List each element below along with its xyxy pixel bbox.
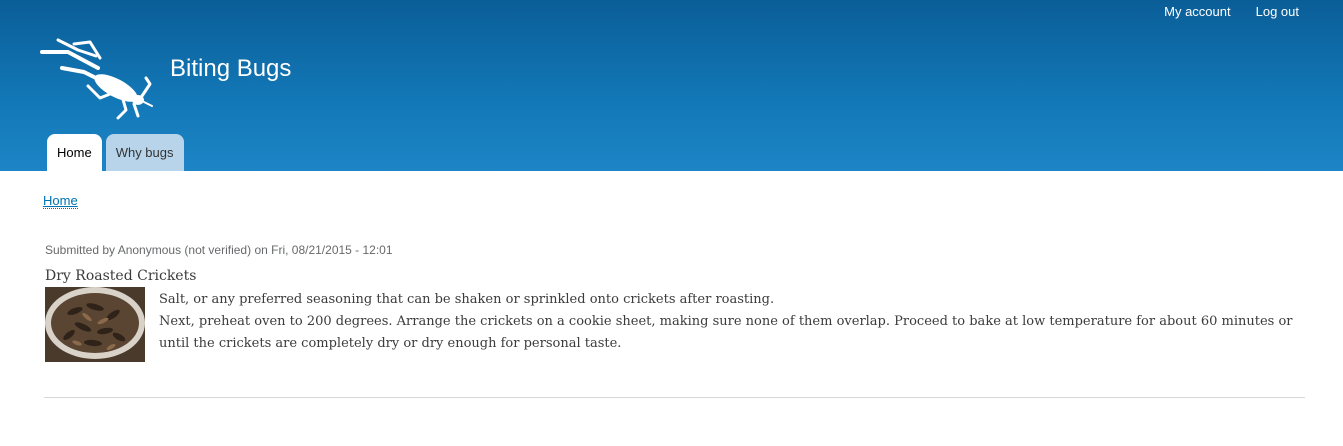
- body-paragraph: Salt, or any preferred seasoning that ca…: [159, 292, 775, 307]
- breadcrumb-home[interactable]: Home: [43, 193, 78, 209]
- divider: [44, 397, 1305, 398]
- tab-why-bugs[interactable]: Why bugs: [105, 134, 184, 171]
- bug-logo-icon[interactable]: [38, 38, 154, 120]
- tab-home[interactable]: Home: [47, 134, 102, 171]
- my-account-link[interactable]: My account: [1164, 4, 1230, 19]
- body-paragraph: Next, preheat oven to 200 degrees. Arran…: [159, 314, 1293, 351]
- main-menu: Home Why bugs: [47, 134, 188, 171]
- submitted-info: Submitted by Anonymous (not verified) on…: [45, 243, 393, 257]
- node-title: Dry Roasted Crickets: [45, 268, 197, 284]
- site-header: My account Log out Biting Bugs Home Why …: [0, 0, 1343, 171]
- crickets-image: [45, 287, 145, 362]
- secondary-menu: My account Log out: [1139, 4, 1299, 19]
- node-body: Salt, or any preferred seasoning that ca…: [159, 289, 1299, 355]
- log-out-link[interactable]: Log out: [1256, 4, 1299, 19]
- site-name[interactable]: Biting Bugs: [170, 55, 291, 83]
